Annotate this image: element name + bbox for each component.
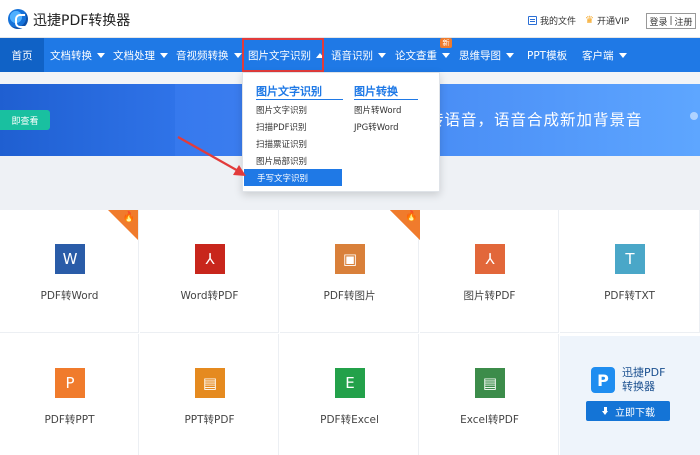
register-button[interactable]: 注册 (675, 15, 693, 28)
nav-mind-map[interactable]: 思维导图 (459, 38, 514, 72)
nav-av-convert[interactable]: 音视频转换 (176, 38, 242, 72)
chevron-down-icon (160, 52, 168, 58)
divider (256, 99, 343, 100)
crown-icon: ♛ (585, 15, 594, 26)
nav-ppt-template[interactable]: PPT模板 (527, 38, 567, 72)
pdf-to-txt-icon: T (615, 244, 645, 274)
dropdown-item-scan-pdf[interactable]: 扫描PDF识别 (256, 121, 307, 133)
top-header: 迅捷PDF转换器 我的文件 ♛ 开通VIP 登录 | 注册 (0, 0, 700, 38)
tool-label: Word转PDF (180, 290, 239, 302)
download-icon (601, 406, 610, 416)
dropdown-item-image-to-word[interactable]: 图片转Word (354, 104, 401, 116)
main-nav: 首页 文档转换 文档处理 音视频转换 图片文字识别 语音识别 论文查重 思维导图… (0, 38, 700, 72)
tool-card[interactable]: ⅄ 图片转PDF (390, 210, 559, 333)
chevron-up-icon (316, 52, 324, 58)
dropdown-col-title-ocr: 图片文字识别 (256, 85, 322, 98)
vip-link[interactable]: ♛ 开通VIP (585, 14, 629, 28)
download-now-button[interactable]: 立即下载 (586, 401, 670, 421)
tool-label: PDF转PPT (44, 414, 95, 426)
excel-to-pdf-icon: ▤ (475, 368, 505, 398)
pdf-to-excel-icon: E (335, 368, 365, 398)
pdf-to-word-icon: W (55, 244, 85, 274)
image-to-pdf-icon: ⅄ (475, 244, 505, 274)
tool-label: PDF转图片 (323, 290, 376, 302)
nav-client[interactable]: 客户端 (582, 38, 627, 72)
dropdown-item-jpg-to-word[interactable]: JPG转Word (354, 121, 399, 133)
ppt-to-pdf-icon: ▤ (195, 368, 225, 398)
brand-name[interactable]: 迅捷PDF转换器 (33, 10, 130, 30)
chevron-down-icon (442, 52, 450, 58)
new-badge: 新 (440, 38, 452, 48)
tool-label: PDF转Excel (320, 414, 379, 426)
my-files-link[interactable]: 我的文件 (528, 14, 576, 27)
promo-title: 迅捷PDF 转换器 (622, 366, 666, 393)
tool-label: PPT转PDF (184, 414, 235, 426)
pdf-to-ppt-icon: P (55, 368, 85, 398)
nav-speech-recog[interactable]: 语音识别 (331, 38, 386, 72)
brand-logo-icon[interactable] (8, 9, 28, 29)
nav-doc-convert[interactable]: 文档转换 (50, 38, 105, 72)
tool-label: 图片转PDF (463, 290, 516, 302)
tool-card[interactable]: ⅄ Word转PDF (140, 210, 279, 333)
dropdown-item-image-ocr[interactable]: 图片文字识别 (256, 104, 307, 116)
tool-card[interactable]: P PDF转PPT (0, 334, 139, 455)
tool-label: Excel转PDF (460, 414, 519, 426)
dropdown-col-title-convert: 图片转换 (354, 85, 398, 98)
divider (354, 99, 418, 100)
tool-card[interactable]: ▤ Excel转PDF (420, 334, 559, 455)
tool-card[interactable]: T PDF转TXT (560, 210, 700, 333)
chevron-down-icon (506, 52, 514, 58)
nav-image-ocr[interactable]: 图片文字识别 (242, 38, 324, 72)
tool-card[interactable]: 🔥 W PDF转Word (0, 210, 139, 333)
flame-icon: 🔥 (405, 211, 418, 222)
tool-card[interactable]: ▤ PPT转PDF (140, 334, 279, 455)
app-logo-icon: P (591, 367, 615, 393)
login-register: 登录 | 注册 (646, 13, 696, 29)
carousel-dot[interactable] (690, 112, 698, 120)
chevron-down-icon (618, 52, 627, 58)
chevron-down-icon (378, 52, 386, 58)
tool-label: PDF转TXT (604, 290, 655, 302)
file-icon (528, 16, 537, 25)
pdf-to-image-icon: ▣ (335, 244, 365, 274)
dropdown-item-scan-ticket[interactable]: 扫描票证识别 (256, 138, 307, 150)
app-download-promo (560, 336, 700, 455)
nav-home[interactable]: 首页 (0, 38, 44, 72)
banner-headline: 转语音，语音合成新加背景音 (428, 111, 643, 129)
tool-card[interactable]: E PDF转Excel (280, 334, 419, 455)
login-button[interactable]: 登录 (649, 15, 667, 28)
word-to-pdf-icon: ⅄ (195, 244, 225, 274)
chevron-down-icon (233, 52, 242, 58)
flame-icon: 🔥 (122, 212, 135, 223)
banner-view-button[interactable]: 即查看 (0, 110, 50, 130)
chevron-down-icon (97, 52, 105, 58)
tool-label: PDF转Word (40, 290, 99, 302)
dropdown-item-partial-ocr[interactable]: 图片局部识别 (256, 155, 307, 167)
nav-doc-process[interactable]: 文档处理 (113, 38, 168, 72)
image-ocr-dropdown: 图片文字识别 图片文字识别 扫描PDF识别 扫描票证识别 图片局部识别 手写文字… (242, 72, 440, 192)
dropdown-item-handwriting-ocr[interactable]: 手写文字识别 (244, 169, 342, 186)
